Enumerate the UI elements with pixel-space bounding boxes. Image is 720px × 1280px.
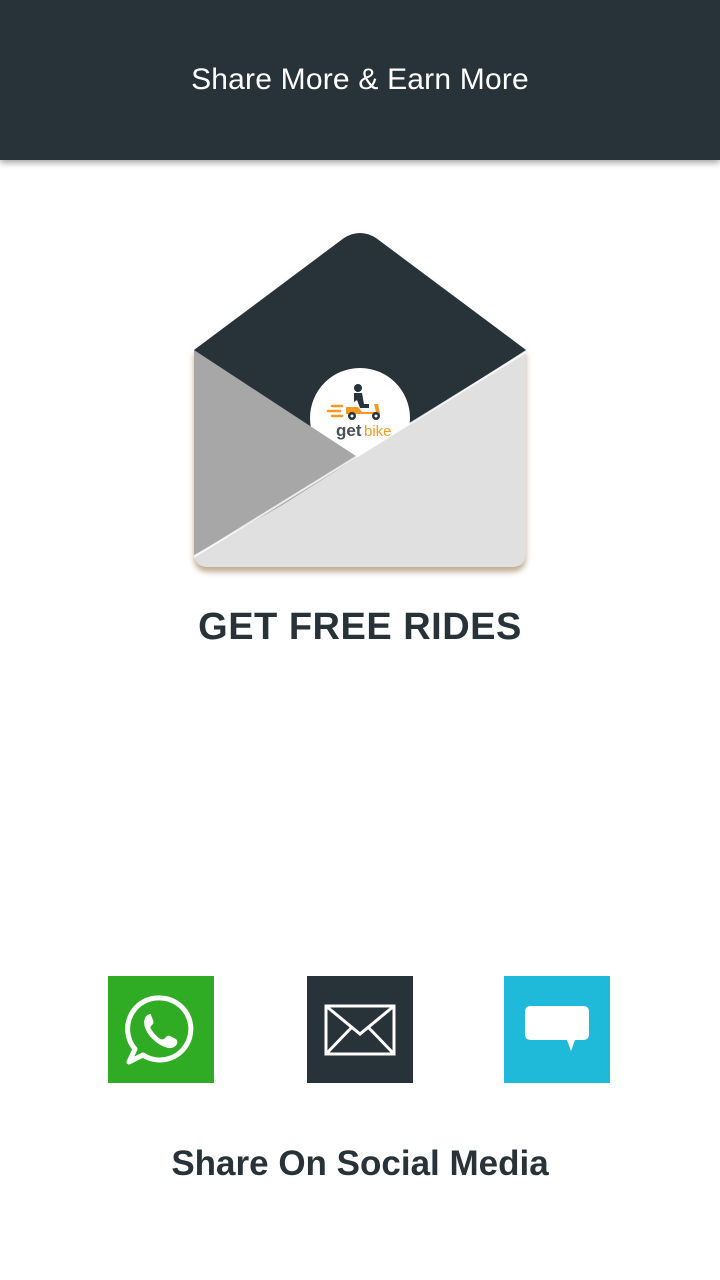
share-social-label: Share On Social Media <box>171 1144 549 1183</box>
chat-bubble-icon <box>525 1005 589 1051</box>
email-share-button[interactable] <box>307 976 413 1083</box>
envelope-illustration: get bike <box>180 222 540 582</box>
sms-share-button[interactable] <box>504 976 610 1083</box>
whatsapp-share-button[interactable] <box>108 976 214 1083</box>
page-title: Share More & Earn More <box>191 63 529 96</box>
app-bar: Share More & Earn More <box>0 0 720 160</box>
mail-icon <box>324 1004 396 1055</box>
share-screen: Share More & Earn More get bike GET FREE… <box>0 0 720 1280</box>
share-options <box>0 976 720 1083</box>
free-rides-heading: GET FREE RIDES <box>198 606 522 648</box>
logo-get-text: get <box>336 421 362 440</box>
envelope-icon: get bike <box>193 233 527 567</box>
whatsapp-icon <box>125 994 194 1064</box>
